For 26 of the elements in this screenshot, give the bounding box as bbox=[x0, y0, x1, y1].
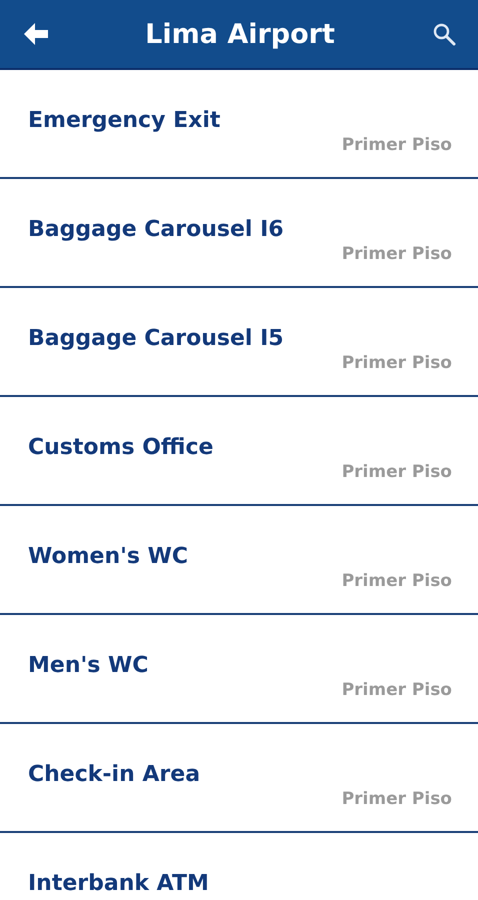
place-list-item[interactable]: Baggage Carousel I5 Primer Piso bbox=[0, 288, 478, 397]
place-list-item[interactable]: Women's WC Primer Piso bbox=[0, 506, 478, 615]
place-name: Baggage Carousel I5 bbox=[28, 326, 284, 351]
place-list-item[interactable]: Interbank ATM bbox=[0, 833, 478, 900]
floor-label: Primer Piso bbox=[342, 571, 452, 591]
floor-label: Primer Piso bbox=[342, 353, 452, 373]
screen-title: Lima Airport bbox=[145, 18, 335, 50]
place-name: Men's WC bbox=[28, 653, 148, 678]
place-list-item[interactable]: Emergency Exit Primer Piso bbox=[0, 70, 478, 179]
search-icon[interactable] bbox=[432, 22, 456, 46]
floor-label: Primer Piso bbox=[342, 462, 452, 482]
back-arrow-icon[interactable] bbox=[24, 23, 48, 45]
floor-label: Primer Piso bbox=[342, 789, 452, 809]
place-name: Interbank ATM bbox=[28, 871, 209, 896]
floor-label: Primer Piso bbox=[342, 244, 452, 264]
place-list-item[interactable]: Men's WC Primer Piso bbox=[0, 615, 478, 724]
place-name: Baggage Carousel I6 bbox=[28, 217, 284, 242]
place-name: Women's WC bbox=[28, 544, 188, 569]
place-list-item[interactable]: Check-in Area Primer Piso bbox=[0, 724, 478, 833]
place-list-item[interactable]: Baggage Carousel I6 Primer Piso bbox=[0, 179, 478, 288]
place-list-item[interactable]: Customs Office Primer Piso bbox=[0, 397, 478, 506]
place-name: Customs Office bbox=[28, 435, 214, 460]
place-name: Emergency Exit bbox=[28, 108, 220, 133]
place-name: Check-in Area bbox=[28, 762, 200, 787]
floor-label: Primer Piso bbox=[342, 135, 452, 155]
floor-label: Primer Piso bbox=[342, 680, 452, 700]
